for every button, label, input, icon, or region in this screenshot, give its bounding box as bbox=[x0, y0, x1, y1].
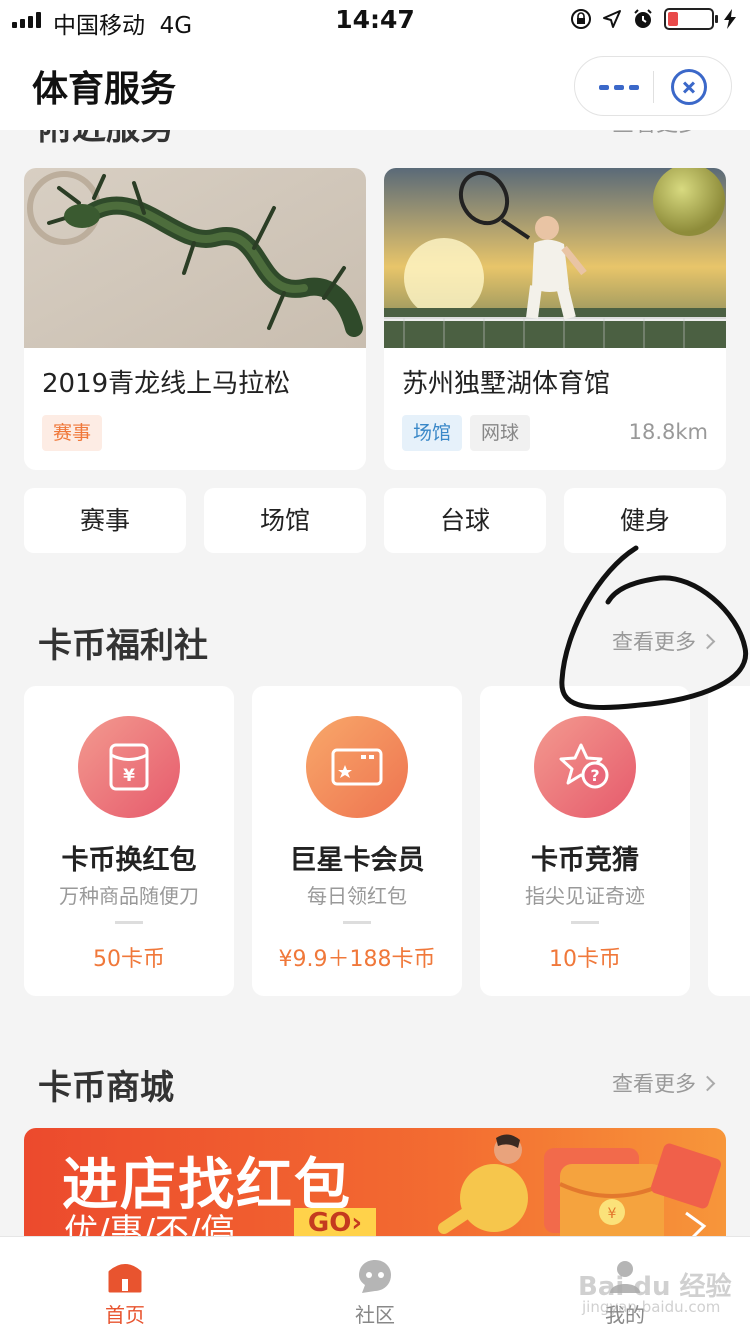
welfare-title: 卡币竞猜 bbox=[531, 845, 639, 876]
welfare-card-membership[interactable]: 巨星卡会员 每日领红包 ¥9.9＋188卡币 bbox=[252, 686, 462, 996]
dragon-image bbox=[24, 168, 366, 348]
tab-home-label: 首页 bbox=[105, 1303, 145, 1327]
status-bar: 中国移动 4G 14:47 bbox=[0, 0, 750, 40]
card-icon bbox=[306, 716, 408, 818]
divider bbox=[115, 921, 143, 924]
welfare-card-guess[interactable]: ? 卡币竞猜 指尖见证奇迹 10卡币 bbox=[480, 686, 690, 996]
category-billiards-button[interactable]: 台球 bbox=[384, 488, 546, 553]
close-icon[interactable] bbox=[671, 69, 707, 105]
mall-more-link[interactable]: 查看更多 bbox=[612, 1068, 716, 1098]
svg-text:¥: ¥ bbox=[123, 766, 135, 786]
chevron-right-icon bbox=[699, 1075, 716, 1091]
more-menu-icon[interactable] bbox=[599, 85, 639, 90]
tab-community[interactable]: 社区 bbox=[250, 1237, 500, 1334]
chevron-right-icon bbox=[699, 633, 716, 649]
welfare-price: 10卡币 bbox=[549, 947, 621, 972]
venue-distance: 18.8km bbox=[628, 420, 708, 444]
charging-icon bbox=[724, 9, 736, 29]
category-venue-button[interactable]: 场馆 bbox=[204, 488, 366, 553]
rotation-lock-icon bbox=[571, 9, 591, 29]
welfare-subtitle: 每日领红包 bbox=[307, 884, 407, 908]
tab-community-label: 社区 bbox=[355, 1303, 395, 1327]
tennis-image bbox=[384, 168, 726, 348]
banner-illustration: ¥ bbox=[438, 1134, 722, 1248]
mall-section-title: 卡币商城 bbox=[38, 1068, 174, 1108]
welfare-card-red-packet[interactable]: ¥ 卡币换红包 万种商品随便刀 50卡币 bbox=[24, 686, 234, 996]
divider bbox=[571, 921, 599, 924]
more-label: 查看更多 bbox=[612, 630, 696, 654]
capsule-divider bbox=[653, 71, 654, 103]
venue-name: 2019青龙线上马拉松 bbox=[42, 369, 291, 399]
welfare-card-partial[interactable] bbox=[708, 686, 750, 996]
welfare-title: 卡币换红包 bbox=[61, 845, 197, 876]
red-packet-icon: ¥ bbox=[78, 716, 180, 818]
welfare-more-link[interactable]: 查看更多 bbox=[612, 626, 716, 656]
venue-card-marathon[interactable]: 2019青龙线上马拉松 赛事 bbox=[24, 168, 366, 470]
tag-venue: 场馆 bbox=[402, 415, 463, 451]
divider bbox=[343, 921, 371, 924]
welfare-subtitle: 指尖见证奇迹 bbox=[525, 884, 645, 908]
mall-banner[interactable]: 进店找红包 优/惠/不/停 GO› ¥ bbox=[24, 1128, 726, 1248]
star-question-icon: ? bbox=[534, 716, 636, 818]
tag-tennis: 网球 bbox=[470, 415, 531, 451]
category-event-button[interactable]: 赛事 bbox=[24, 488, 186, 553]
welfare-price: 50卡币 bbox=[93, 947, 165, 972]
battery-icon bbox=[664, 8, 718, 30]
welfare-subtitle: 万种商品随便刀 bbox=[59, 884, 199, 908]
welfare-section-title: 卡币福利社 bbox=[38, 626, 208, 666]
mini-program-capsule bbox=[574, 56, 732, 116]
more-label: 查看更多 bbox=[612, 1072, 696, 1096]
svg-text:?: ? bbox=[590, 766, 599, 785]
nav-bar: 体育服务 bbox=[0, 40, 750, 130]
category-fitness-button[interactable]: 健身 bbox=[564, 488, 726, 553]
tag-event: 赛事 bbox=[42, 415, 103, 451]
tab-home[interactable]: 首页 bbox=[0, 1237, 250, 1334]
page-title: 体育服务 bbox=[32, 69, 177, 110]
baidu-watermark-url: jingyan.baidu.com bbox=[582, 1298, 721, 1316]
welfare-title: 巨星卡会员 bbox=[289, 845, 425, 876]
venue-card-stadium[interactable]: 苏州独墅湖体育馆 场馆 网球 18.8km bbox=[384, 168, 726, 470]
svg-text:¥: ¥ bbox=[608, 1206, 617, 1222]
location-icon bbox=[603, 10, 621, 28]
banner-go-button[interactable]: GO› bbox=[294, 1208, 376, 1238]
venue-name: 苏州独墅湖体育馆 bbox=[402, 369, 611, 399]
welfare-price: ¥9.9＋188卡币 bbox=[278, 947, 436, 972]
home-icon bbox=[108, 1264, 142, 1293]
alarm-icon bbox=[634, 9, 652, 28]
community-icon bbox=[359, 1260, 391, 1293]
